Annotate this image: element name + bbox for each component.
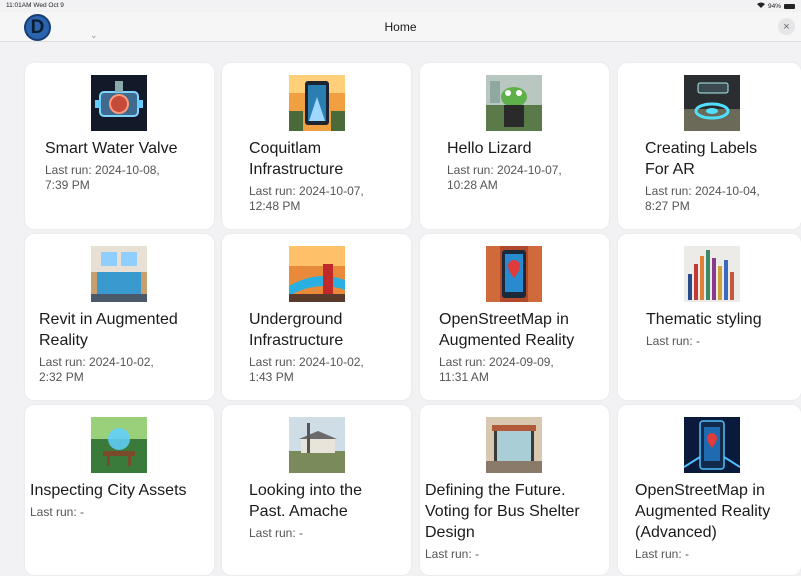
card-last-run: Last run: 2024-10-04, 8:27 PM bbox=[645, 184, 760, 213]
inspecting-city-assets-icon bbox=[91, 417, 147, 473]
card-title: Thematic styling bbox=[646, 311, 762, 328]
card-last-run: Last run: - bbox=[30, 505, 85, 519]
status-bar: 11:01AM Wed Oct 9 94% bbox=[0, 0, 801, 12]
card-title: Revit in Augmented Reality bbox=[39, 311, 178, 349]
card-title: OpenStreetMap in Augmented Reality bbox=[439, 311, 575, 349]
card-title: Hello Lizard bbox=[447, 140, 532, 157]
bus-shelter-icon bbox=[486, 417, 542, 473]
scroll-peek-indicator: ⌄ ⌄ bbox=[90, 30, 98, 42]
card-last-run: Last run: 2024-10-07, 12:48 PM bbox=[249, 184, 364, 213]
project-card[interactable]: Hello Lizard Last run: 2024-10-07, 10:28… bbox=[420, 63, 609, 229]
hello-lizard-icon bbox=[486, 75, 542, 131]
project-card[interactable]: Inspecting City Assets Last run: - bbox=[25, 405, 214, 575]
project-card[interactable]: OpenStreetMap in Augmented Reality Last … bbox=[420, 234, 609, 400]
page-title: Home bbox=[384, 20, 417, 34]
card-last-run: Last run: - bbox=[425, 547, 480, 561]
project-card[interactable]: Thematic styling Last run: - bbox=[618, 234, 801, 400]
coquitlam-infrastructure-icon bbox=[289, 75, 345, 131]
card-title: Underground Infrastructure bbox=[249, 311, 344, 349]
card-title: Smart Water Valve bbox=[45, 140, 178, 157]
card-last-run: Last run: 2024-10-02, 1:43 PM bbox=[249, 355, 364, 384]
card-last-run: Last run: 2024-10-07, 10:28 AM bbox=[447, 163, 562, 192]
card-last-run: Last run: 2024-10-02, 2:32 PM bbox=[39, 355, 154, 384]
wifi-icon bbox=[756, 2, 765, 10]
card-title: Looking into the Past. Amache bbox=[249, 482, 362, 520]
card-title: Coquitlam Infrastructure bbox=[249, 140, 344, 178]
amache-icon bbox=[289, 417, 345, 473]
project-card[interactable]: Looking into the Past. Amache Last run: … bbox=[222, 405, 411, 575]
project-card[interactable]: Underground Infrastructure Last run: 202… bbox=[222, 234, 411, 400]
card-last-run: Last run: - bbox=[249, 526, 304, 540]
nav-bar: D Home × bbox=[0, 12, 801, 42]
card-title: OpenStreetMap in Augmented Reality (Adva… bbox=[635, 482, 771, 541]
card-title: Defining the Future. Voting for Bus Shel… bbox=[425, 482, 580, 541]
card-last-run: Last run: - bbox=[635, 547, 690, 561]
project-card[interactable]: Creating Labels For AR Last run: 2024-10… bbox=[618, 63, 801, 229]
battery-icon bbox=[784, 3, 795, 9]
status-time: 11:01AM Wed Oct 9 bbox=[6, 2, 64, 9]
underground-infrastructure-icon bbox=[289, 246, 345, 302]
openstreetmap-ar-icon bbox=[486, 246, 542, 302]
thematic-styling-icon bbox=[684, 246, 740, 302]
project-card[interactable]: Defining the Future. Voting for Bus Shel… bbox=[420, 405, 609, 575]
card-last-run: Last run: - bbox=[646, 334, 701, 348]
project-card[interactable]: Revit in Augmented Reality Last run: 202… bbox=[25, 234, 214, 400]
openstreetmap-ar-advanced-icon bbox=[684, 417, 740, 473]
card-title: Inspecting City Assets bbox=[30, 482, 187, 499]
project-card[interactable]: OpenStreetMap in Augmented Reality (Adva… bbox=[618, 405, 801, 575]
card-last-run: Last run: 2024-09-09, 11:31 AM bbox=[439, 355, 554, 384]
creating-labels-ar-icon bbox=[684, 75, 740, 131]
battery-percent: 94% bbox=[767, 2, 781, 10]
revit-ar-icon bbox=[91, 246, 147, 302]
close-button[interactable]: × bbox=[778, 18, 795, 35]
smart-water-valve-icon bbox=[91, 75, 147, 131]
project-card[interactable]: Coquitlam Infrastructure Last run: 2024-… bbox=[222, 63, 411, 229]
status-right: 94% bbox=[756, 2, 795, 10]
card-title: Creating Labels For AR bbox=[645, 140, 758, 178]
project-card[interactable]: Smart Water Valve Last run: 2024-10-08, … bbox=[25, 63, 214, 229]
card-last-run: Last run: 2024-10-08, 7:39 PM bbox=[45, 163, 160, 192]
